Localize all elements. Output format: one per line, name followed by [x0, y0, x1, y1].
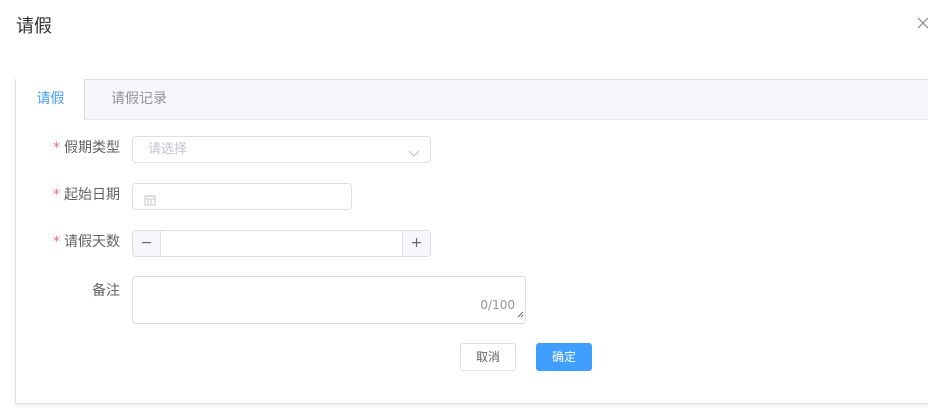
remark-label: 备注 — [20, 281, 120, 301]
start-date-label: * 起始日期 — [20, 185, 120, 205]
leave-days-label-text: 请假天数 — [64, 234, 120, 250]
tab-apply[interactable]: 请假 — [16, 79, 85, 120]
leave-days-stepper: − + — [132, 230, 431, 257]
start-date-label-text: 起始日期 — [64, 187, 120, 203]
dialog-title: 请假 — [16, 16, 52, 37]
leave-type-select[interactable]: 请选择 — [132, 136, 431, 163]
decrement-button[interactable]: − — [133, 231, 161, 256]
confirm-button[interactable]: 确定 — [536, 343, 592, 371]
leave-type-placeholder: 请选择 — [148, 142, 188, 157]
leave-days-field[interactable] — [161, 231, 402, 256]
char-counter: 0/100 — [480, 298, 515, 312]
tabs-card: 请假 请假记录 *假期类型 请选择 *起始日期 *请假天数 − + 备注 — [15, 79, 928, 404]
leave-type-label: * 假期类型 — [20, 138, 120, 158]
required-mark: * — [53, 140, 60, 156]
leave-days-label: * 请假天数 — [20, 232, 120, 252]
increment-button[interactable]: + — [402, 231, 430, 256]
close-icon[interactable] — [916, 16, 928, 32]
tab-leave-record[interactable]: 请假记录 — [85, 79, 193, 120]
remark-textarea[interactable]: 0/100 — [132, 276, 526, 324]
calendar-icon — [144, 191, 156, 210]
start-date-input[interactable] — [132, 183, 352, 210]
chevron-down-icon — [408, 144, 420, 163]
remark-label-text: 备注 — [92, 283, 120, 299]
required-mark: * — [53, 234, 60, 250]
tabs-header: 请假 请假记录 — [16, 79, 928, 120]
required-mark: * — [53, 187, 60, 203]
leave-type-label-text: 假期类型 — [64, 140, 120, 156]
resize-handle-icon[interactable] — [517, 303, 524, 322]
cancel-button[interactable]: 取消 — [460, 343, 516, 371]
